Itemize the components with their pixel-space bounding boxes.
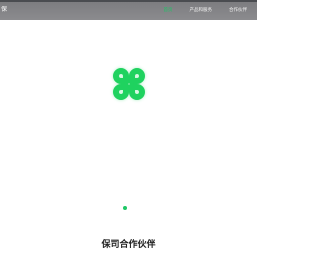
main-nav: 首页 产品和服务 合作伙伴 (164, 8, 248, 14)
brand-logo[interactable]: 保 (1, 6, 7, 14)
partners-section-title: 保司合作伙伴 (101, 240, 156, 250)
nav-item-products[interactable]: 产品和服务 (190, 8, 213, 14)
quatrefoil-logo-icon (113, 68, 145, 100)
top-nav-bar: 保 首页 产品和服务 合作伙伴 (0, 0, 257, 20)
carousel-indicator-dot[interactable] (123, 206, 127, 210)
nav-item-partners[interactable]: 合作伙伴 (229, 8, 247, 14)
nav-item-home[interactable]: 首页 (164, 8, 173, 14)
